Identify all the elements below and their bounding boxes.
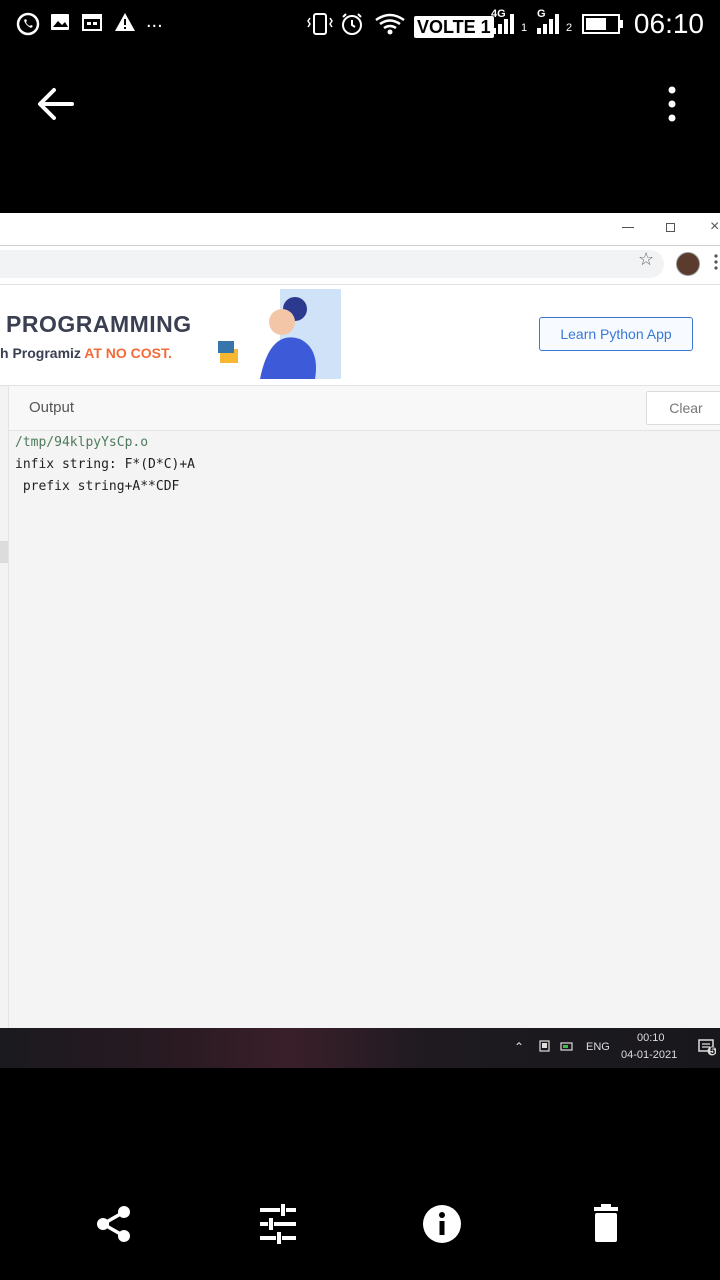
output-label: Output (29, 399, 75, 416)
tray-expand-icon[interactable]: ⌃ (514, 1040, 524, 1054)
taskbar-date[interactable]: 04-01-2021 (621, 1049, 677, 1061)
battery-charging-icon[interactable] (560, 1040, 574, 1052)
wifi-icon (375, 13, 405, 35)
vibrate-icon (307, 13, 333, 35)
close-icon[interactable]: × (710, 218, 719, 236)
language-indicator[interactable]: ENG (586, 1041, 610, 1053)
output-line-prefix: prefix string+A**CDF (15, 479, 180, 494)
device-icon[interactable] (538, 1040, 552, 1052)
ad-banner[interactable]: PROGRAMMING? h Programiz AT NO COST. Lea… (0, 285, 720, 386)
volte-badge: VOLTE 1 (414, 16, 494, 38)
more-notifications-indicator: ... (146, 10, 163, 32)
battery-icon (582, 14, 623, 34)
browser-menu-icon[interactable] (714, 254, 718, 270)
notification-count: 5 (710, 1046, 716, 1056)
taskbar-time[interactable]: 00:10 (637, 1032, 665, 1044)
edit-adjust-icon[interactable] (258, 1204, 298, 1244)
clock: 06:10 (633, 8, 704, 39)
delete-icon[interactable] (586, 1204, 626, 1244)
profile-avatar[interactable] (676, 252, 700, 276)
back-arrow-icon[interactable] (36, 86, 76, 122)
status-bar: ... VOLTE 1 4G 1 G 2 06:10 (0, 0, 720, 50)
window-titlebar: × (0, 213, 720, 246)
bookmark-star-icon[interactable]: ☆ (638, 249, 654, 270)
browser-toolbar: ☆ (0, 246, 720, 285)
sim1-label: 1 (521, 22, 528, 34)
output-panel-header: Output Clear (8, 386, 720, 431)
signal-icon-sim1 (492, 14, 514, 34)
clear-button[interactable]: Clear (646, 391, 720, 425)
whatsapp-icon (16, 12, 40, 36)
more-options-icon[interactable] (660, 86, 684, 122)
sim2-label: 2 (566, 22, 573, 34)
calendar-icon (82, 14, 102, 31)
ad-subtitle: h Programiz AT NO COST. (0, 345, 172, 361)
output-line-infix: infix string: F*(D*C)+A (15, 457, 196, 472)
ad-headline: PROGRAMMING? (6, 311, 207, 337)
viewer-header (0, 50, 720, 212)
ad-illustration (190, 289, 341, 379)
restore-icon[interactable] (666, 223, 675, 232)
screenshot-photo: × ☆ PROGRAMMING? h Programiz AT NO COST.… (0, 213, 720, 1068)
signal-icon-sim2 (537, 14, 559, 34)
windows-taskbar: ⌃ ENG 00:10 04-01-2021 5 (0, 1028, 720, 1068)
minimize-icon[interactable] (622, 227, 634, 228)
output-console: /tmp/94klpyYsCp.o infix string: F*(D*C)+… (8, 431, 720, 1028)
learn-python-app-button[interactable]: Learn Python App (539, 317, 693, 351)
alarm-icon (342, 13, 362, 35)
info-icon[interactable] (422, 1204, 462, 1244)
address-bar[interactable] (0, 250, 664, 278)
editor-gutter (0, 541, 8, 563)
warning-icon (115, 13, 135, 31)
gallery-icon (51, 14, 69, 30)
share-icon[interactable] (94, 1204, 134, 1244)
output-line-path: /tmp/94klpyYsCp.o (15, 435, 149, 450)
